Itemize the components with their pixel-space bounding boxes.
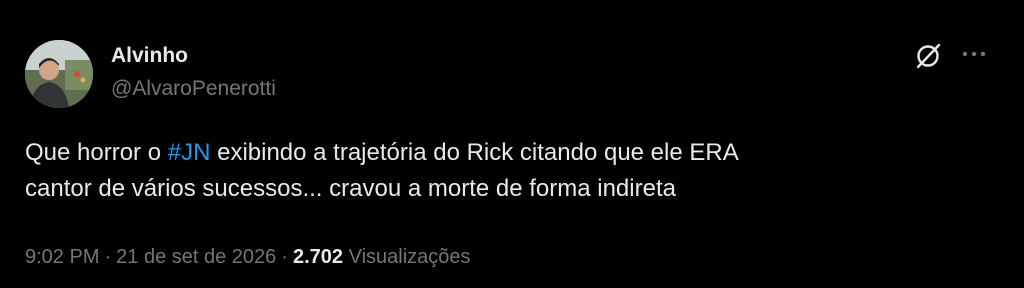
hashtag-link[interactable]: #JN <box>168 139 211 166</box>
avatar[interactable] <box>25 40 93 108</box>
meta-separator: · <box>281 246 288 268</box>
tweet-text: Que horror o #JN exibindo a trajetória d… <box>25 135 985 207</box>
more-options-button[interactable] <box>956 40 992 70</box>
tweet-date[interactable]: 21 de set de 2026 <box>116 246 276 268</box>
avatar-photo <box>25 40 93 108</box>
tweet-text-part: Que horror o <box>25 139 168 166</box>
tweet-meta: 9:02 PM · 21 de set de 2026 · 2.702 Visualiz… <box>25 243 471 271</box>
meta-separator: · <box>104 246 112 268</box>
grok-slash-icon <box>916 43 941 69</box>
tweet-text-part: exibindo a trajetória do Rick citando qu… <box>210 139 739 166</box>
tweet-text-line: cantor de vários sucessos... cravou a mo… <box>25 175 676 202</box>
tweet-time[interactable]: 9:02 PM <box>25 246 99 268</box>
display-name[interactable]: Alvinho <box>111 43 188 69</box>
grok-button[interactable] <box>912 40 944 72</box>
tweet: Alvinho @AlvaroPenerotti Que horror o #J… <box>0 0 1024 288</box>
views-count: 2.702 <box>292 246 344 268</box>
views-label: Visualizações <box>348 246 471 268</box>
user-handle[interactable]: @AlvaroPenerotti <box>111 76 276 102</box>
more-horizontal-icon <box>962 51 986 57</box>
